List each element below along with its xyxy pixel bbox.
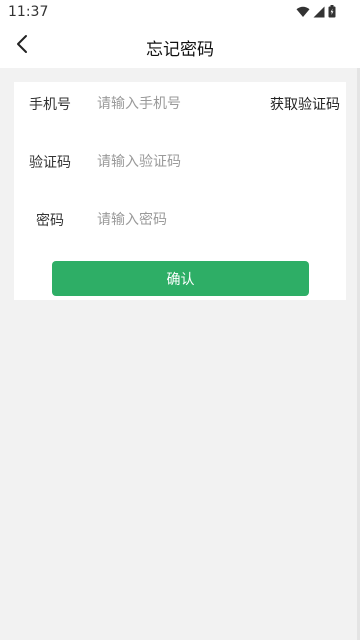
page-title: 忘记密码 xyxy=(146,40,214,60)
status-icons xyxy=(296,3,336,22)
status-bar: 11:37 xyxy=(0,0,360,24)
password-input[interactable] xyxy=(97,206,327,234)
get-code-button[interactable]: 获取验证码 xyxy=(270,94,340,114)
password-row: 密码 xyxy=(14,198,346,242)
phone-input[interactable] xyxy=(97,90,257,118)
battery-icon xyxy=(328,3,336,22)
phone-row: 手机号 获取验证码 xyxy=(14,82,346,126)
code-label: 验证码 xyxy=(29,155,71,171)
status-time: 11:37 xyxy=(8,4,49,20)
confirm-button[interactable]: 确认 xyxy=(52,261,309,296)
password-label: 密码 xyxy=(36,213,64,229)
wifi-icon xyxy=(296,3,310,22)
code-row: 验证码 xyxy=(14,140,346,184)
forgot-password-form: 手机号 获取验证码 验证码 密码 确认 xyxy=(14,82,346,300)
signal-icon xyxy=(313,3,325,22)
phone-label: 手机号 xyxy=(29,97,71,113)
nav-bar: 忘记密码 xyxy=(0,24,360,68)
code-input[interactable] xyxy=(97,148,327,176)
